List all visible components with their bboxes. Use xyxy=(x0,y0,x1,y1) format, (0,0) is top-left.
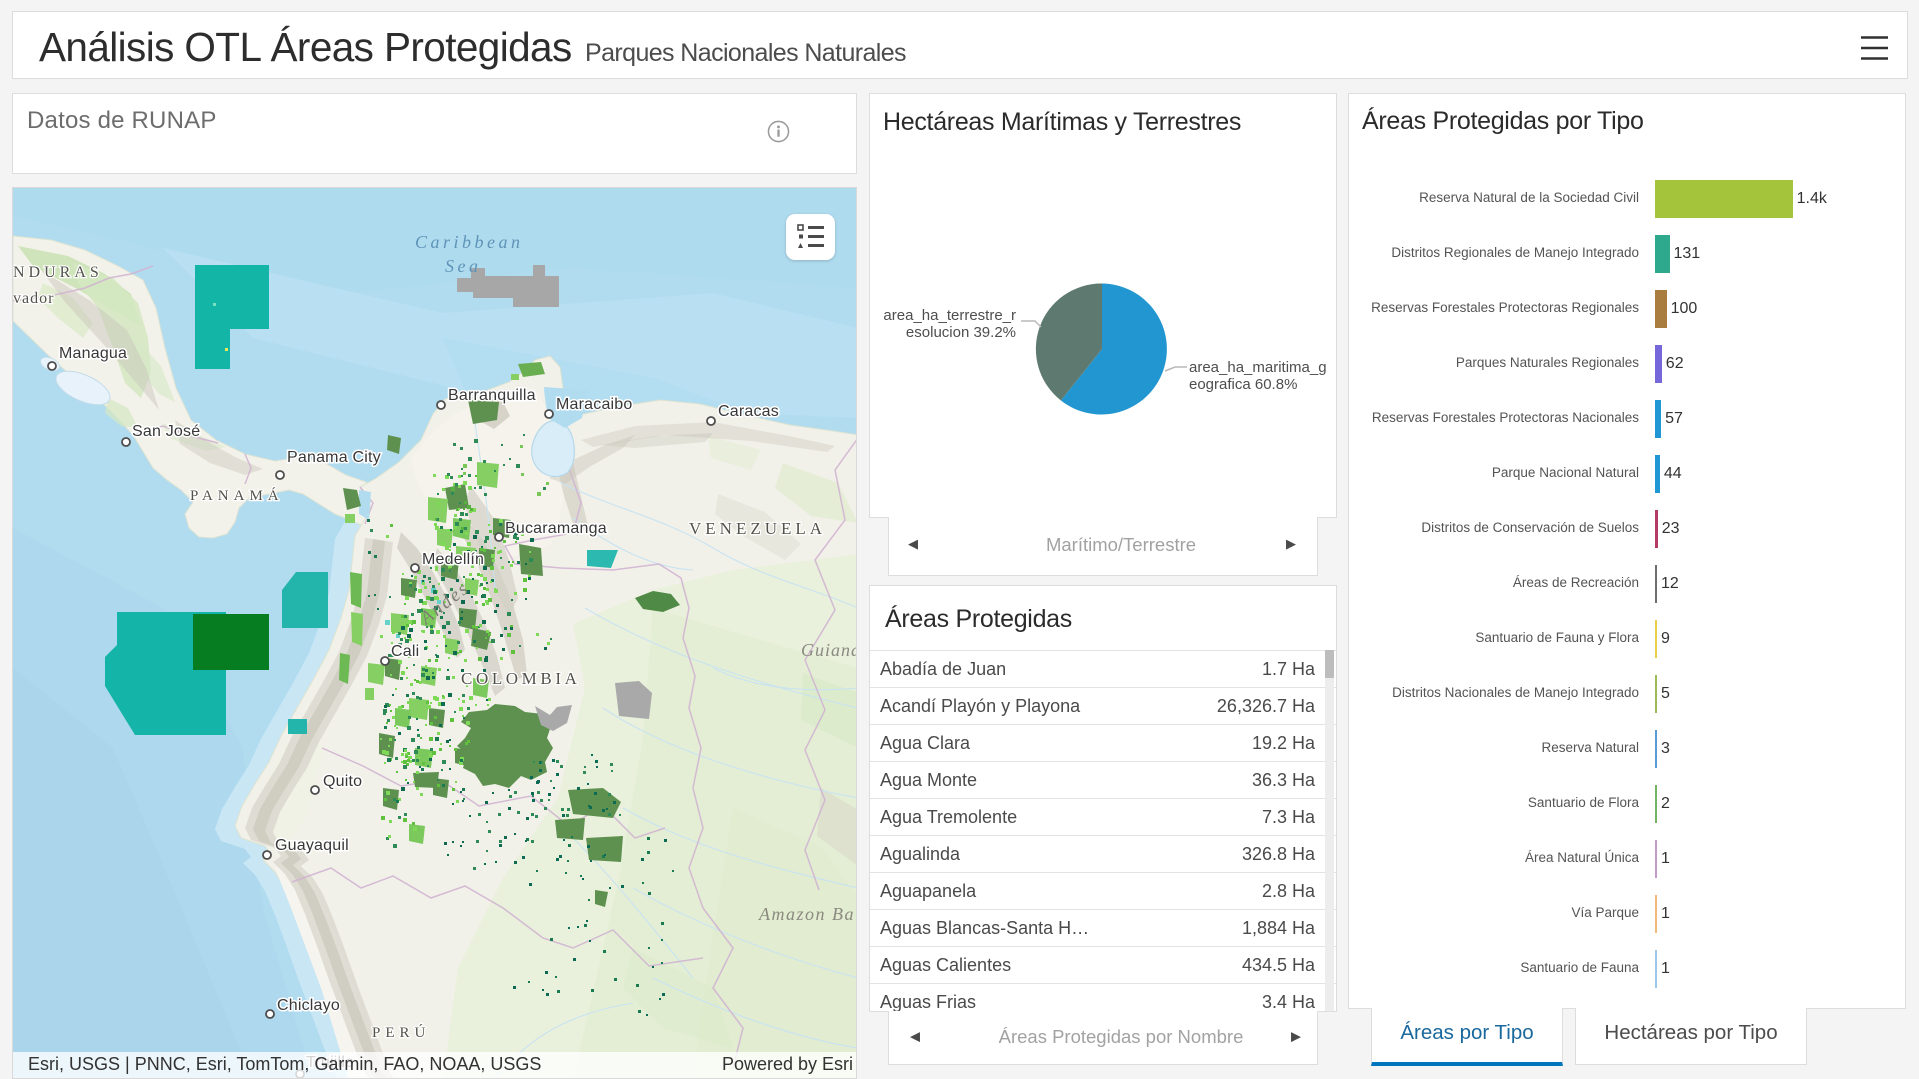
svg-text:VENEZUELA: VENEZUELA xyxy=(689,519,826,538)
svg-text:Amazon Ba: Amazon Ba xyxy=(758,904,855,924)
svg-text:Guiana: Guiana xyxy=(801,640,857,660)
svg-text:Quito: Quito xyxy=(323,773,362,790)
svg-text:esolucion 39.2%: esolucion 39.2% xyxy=(906,324,1016,341)
svg-text:NDURAS: NDURAS xyxy=(13,264,103,281)
svg-text:Medellín: Medellín xyxy=(422,551,484,568)
svg-text:San José: San José xyxy=(132,423,200,440)
svg-text:Caracas: Caracas xyxy=(718,403,779,420)
svg-text:vador: vador xyxy=(13,290,54,307)
svg-text:area_ha_maritima_g: area_ha_maritima_g xyxy=(1189,359,1327,376)
svg-text:area_ha_terrestre_r: area_ha_terrestre_r xyxy=(883,307,1016,324)
svg-text:Bucaramanga: Bucaramanga xyxy=(505,520,607,537)
svg-text:COLOMBIA: COLOMBIA xyxy=(461,669,580,688)
svg-text:Chiclayo: Chiclayo xyxy=(277,997,340,1014)
svg-text:Cali: Cali xyxy=(391,643,419,660)
svg-text:Barranquilla: Barranquilla xyxy=(448,387,536,404)
svg-text:PERÚ: PERÚ xyxy=(372,1024,430,1041)
svg-text:Maracaibo: Maracaibo xyxy=(556,396,633,413)
svg-text:Panama City: Panama City xyxy=(287,449,381,466)
svg-text:Guayaquil: Guayaquil xyxy=(275,837,349,854)
svg-text:Caribbean: Caribbean xyxy=(415,232,524,252)
svg-text:eografica 60.8%: eografica 60.8% xyxy=(1189,376,1297,393)
svg-text:Managua: Managua xyxy=(59,345,127,362)
svg-text:PANAMÁ: PANAMÁ xyxy=(190,487,284,504)
svg-text:Sea: Sea xyxy=(445,256,482,276)
